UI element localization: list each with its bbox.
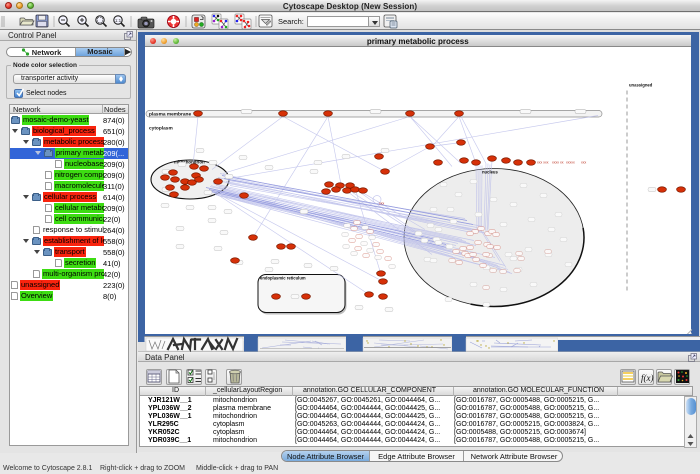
svg-text:endoplasmic reticulum: endoplasmic reticulum <box>260 276 306 281</box>
svg-text:xxx xxx: xxx xxx <box>537 161 549 165</box>
svg-text:cytoplasm: cytoplasm <box>149 126 173 132</box>
svg-text:f(x): f(x) <box>641 373 654 383</box>
svg-text:1:1: 1:1 <box>115 18 122 23</box>
svg-text:nucleus: nucleus <box>482 170 498 175</box>
svg-text:Search:: Search: <box>278 17 304 26</box>
svg-text:xxxx xx: xxxx xx <box>552 161 564 165</box>
svg-text:unassigned: unassigned <box>629 83 653 88</box>
svg-text:xxx: xxx <box>581 161 587 165</box>
svg-text:plasma membrane: plasma membrane <box>149 112 191 118</box>
svg-text:xxx: xxx <box>379 202 385 206</box>
svg-text:xxxxx: xxxxx <box>566 161 575 165</box>
